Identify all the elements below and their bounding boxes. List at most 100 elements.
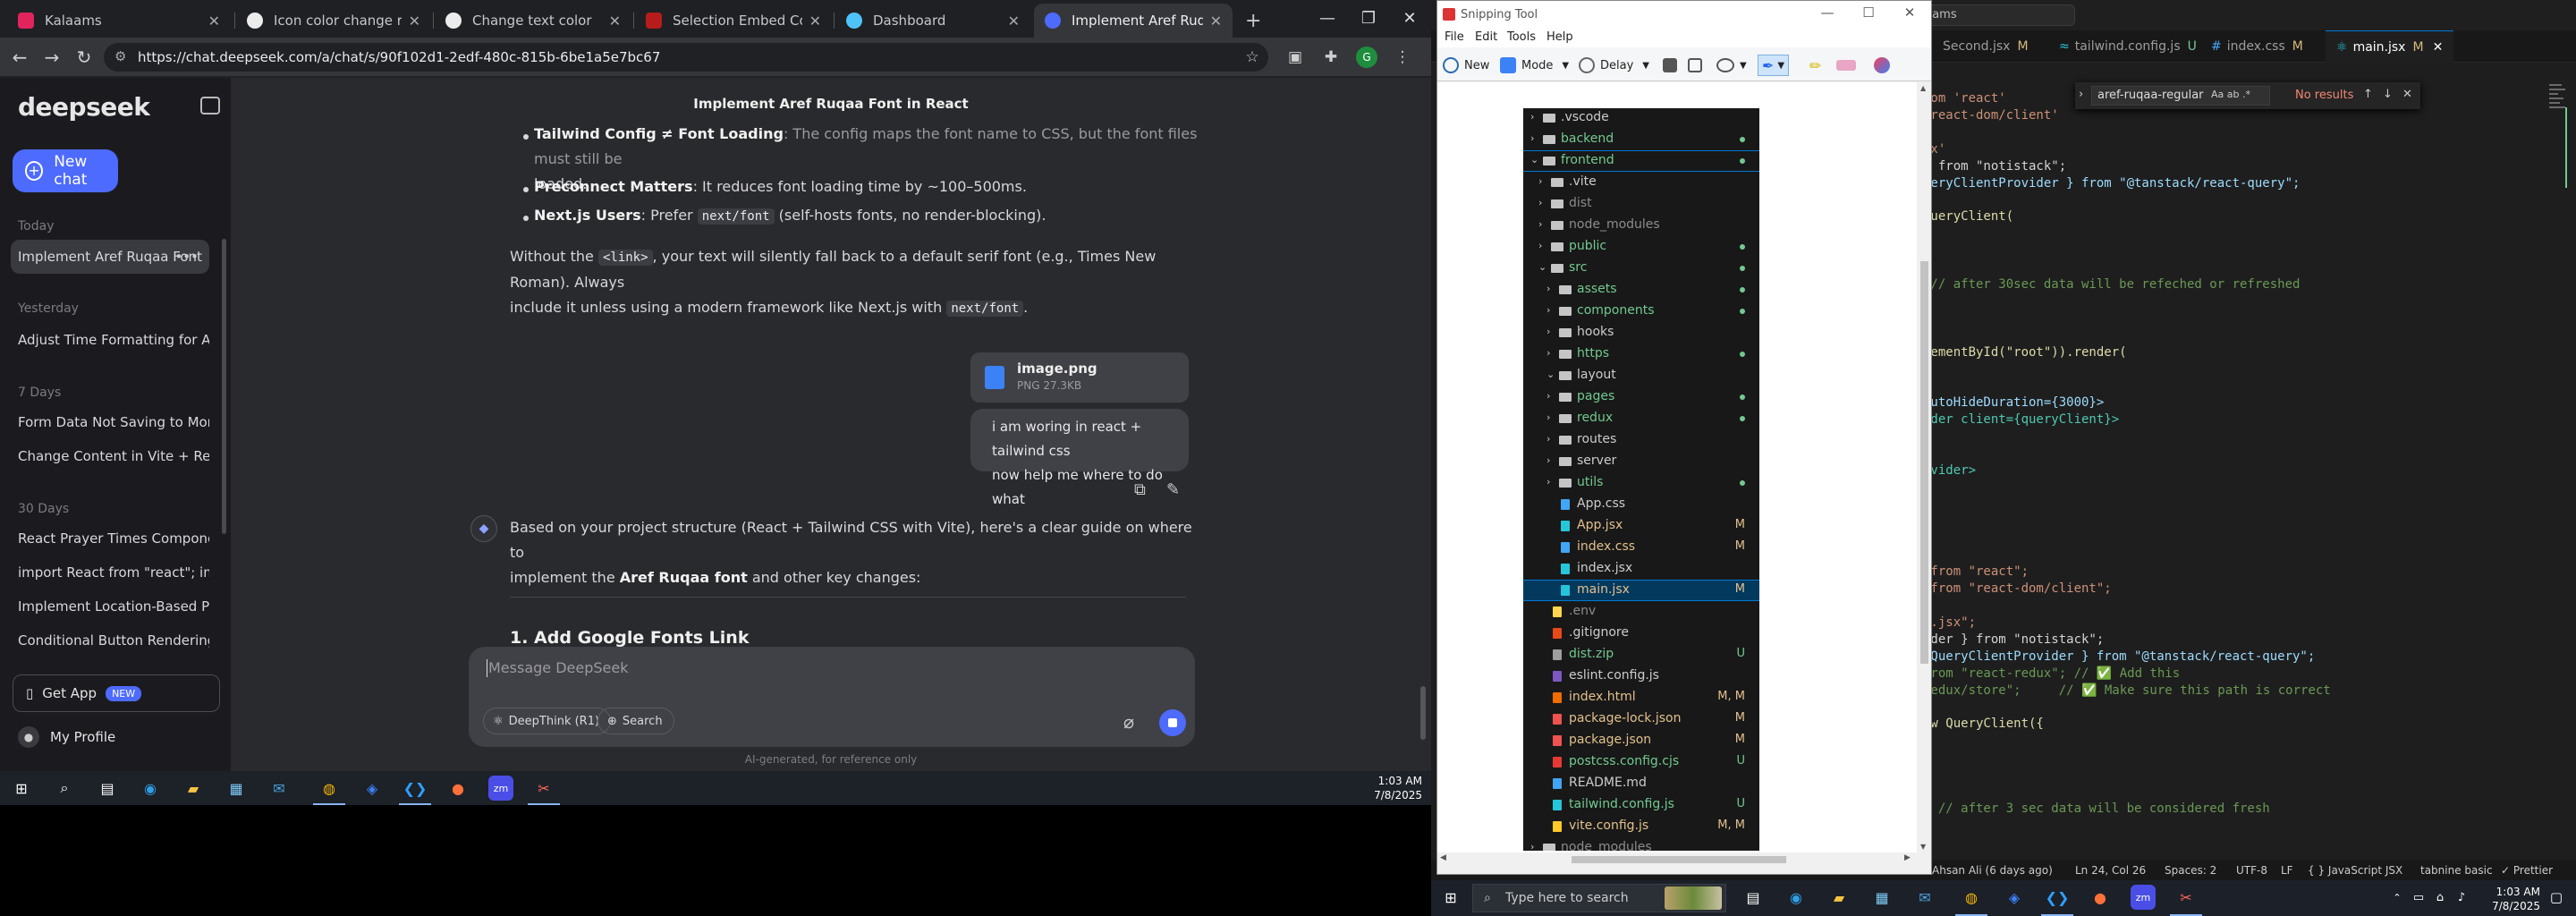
cursor-position[interactable]: Ln 24, Col 26 [2075,864,2146,877]
snip-canvas[interactable]: › .vscode › backend ⌄ frontend › .vite › dist › nod… [1437,82,1917,852]
tab-change-text-color[interactable]: Change text color ✕ [435,4,631,38]
app-icon[interactable]: ◈ [2002,885,2027,910]
back-icon[interactable]: ← [7,45,32,70]
maximize-icon[interactable]: ☐ [1849,4,1888,24]
explorer-folder[interactable]: › node_modules [1523,838,1759,851]
explorer-file[interactable]: eslint.config.js [1523,666,1759,686]
extension-icon[interactable]: ▣ [1284,47,1306,68]
scroll-left-icon[interactable]: ◀ [1440,853,1446,862]
menu-edit[interactable]: Edit [1475,30,1497,44]
explorer-file[interactable]: index.jsx [1523,559,1759,579]
mail-icon[interactable]: ✉ [1912,885,1937,910]
my-profile-button[interactable]: ● My Profile [18,726,115,748]
tab-implement-aref[interactable]: Implement Aref Ruqaa Font i✕ [1034,4,1233,38]
tab-selection-embed[interactable]: Selection Embed Code - Goo✕ [635,4,832,38]
sidebar-chat-item[interactable]: Form Data Not Saving to MongoD [11,405,209,439]
more-options-icon[interactable]: ••• [174,249,199,265]
close-tab-icon[interactable]: ✕ [609,13,621,30]
prettier-status[interactable]: ✓ Prettier [2501,864,2553,877]
profile-avatar[interactable]: G [1356,47,1377,68]
explorer-folder[interactable]: › public [1523,237,1759,257]
scroll-right-icon[interactable]: ▶ [1904,853,1911,862]
firefox-icon[interactable]: ● [445,776,470,801]
tab-tailwind-config[interactable]: ≈ tailwind.config.js U [2048,30,2207,63]
new-chat-button[interactable]: + New chat [13,149,118,192]
sidebar-collapse-icon[interactable] [200,97,220,114]
edge-icon[interactable]: ◉ [138,776,163,801]
sidebar-chat-item[interactable]: Conditional Button Rendering wi [11,623,209,657]
message-input[interactable]: Message DeepSeek [488,659,628,676]
explorer-file[interactable]: vite.config.js M, M [1523,817,1759,836]
store-icon[interactable]: ▦ [1869,885,1894,910]
file-explorer-icon[interactable]: ▰ [181,776,206,801]
minimize-icon[interactable]: — [1306,0,1349,36]
pen-tool[interactable]: ✒ ▼ [1758,55,1790,76]
eraser-icon[interactable] [1836,55,1861,76]
explorer-folder[interactable]: › routes [1523,430,1759,450]
chrome-icon[interactable]: ◍ [1959,885,1984,910]
file-explorer-icon[interactable]: ▰ [1826,885,1852,910]
clock[interactable]: 1:03 AM 7/8/2025 [1374,774,1422,802]
explorer-folder[interactable]: ⌄ layout [1523,366,1759,386]
edit-icon[interactable]: ✎ [1166,480,1186,500]
explorer-folder[interactable]: › utils [1523,473,1759,493]
close-tab-icon[interactable]: ✕ [2433,40,2444,55]
close-window-icon[interactable]: ✕ [1890,4,1929,24]
delay-button[interactable]: Delay ▼ [1579,55,1649,76]
site-info-icon[interactable]: ⚙ [114,48,126,64]
explorer-folder[interactable]: ⌄ src [1523,259,1759,278]
firefox-icon[interactable]: ● [2088,885,2113,910]
indentation[interactable]: Spaces: 2 [2165,864,2216,877]
encoding[interactable]: UTF-8 [2236,864,2267,877]
vscode-icon[interactable]: ❮❯ [2045,885,2070,910]
maximize-icon[interactable]: ❐ [1347,0,1390,36]
attach-file-icon[interactable]: ⌀ [1123,711,1134,733]
edge-icon[interactable]: ◉ [1784,885,1809,910]
tab-main-jsx[interactable]: ⚛ main.jsx M ✕ [2326,30,2454,63]
vertical-scrollbar[interactable]: ▲ ▼ [1918,82,1931,852]
explorer-folder[interactable]: › server [1523,452,1759,471]
explorer-folder[interactable]: › redux [1523,409,1759,428]
copy-icon[interactable] [1688,55,1707,76]
url-field[interactable]: ⚙ https://chat.deepseek.com/a/chat/s/90f… [104,43,1268,72]
expand-replace-icon[interactable]: › [2079,88,2083,101]
chrome-icon[interactable]: ◍ [317,776,342,801]
tab-index-css[interactable]: # index.css M [2200,30,2314,63]
volume-icon[interactable]: ♪ [2449,885,2474,910]
explorer-folder[interactable]: › .vite [1523,173,1759,192]
explorer-folder[interactable]: › assets [1523,280,1759,300]
explorer-file[interactable]: README.md [1523,774,1759,793]
sidebar-chat-item[interactable]: Adjust Time Formatting for AM/P [11,323,209,357]
explorer-folder[interactable]: › dist [1523,194,1759,214]
search-toggle[interactable]: ⊕ Search [597,708,674,734]
sidebar-chat-item[interactable]: Implement Location-Based Praye [11,589,209,623]
save-icon[interactable] [1663,55,1682,76]
task-view-icon[interactable]: ▤ [95,776,120,801]
reload-icon[interactable]: ↻ [72,45,97,70]
windows-start-icon[interactable]: ⊞ [1438,885,1463,910]
bookmark-star-icon[interactable]: ☆ [1241,47,1263,68]
get-app-button[interactable]: ▯ Get App NEW [13,674,220,712]
image-attachment-card[interactable]: image.png PNG 27.3KB [970,352,1189,403]
sidebar-chat-item[interactable]: React Prayer Times Component D [11,522,209,556]
search-icon[interactable]: ⌕ [52,776,77,801]
explorer-folder[interactable]: › https [1523,344,1759,364]
close-tab-icon[interactable]: ✕ [1008,13,1020,30]
explorer-folder[interactable]: › .vscode [1523,108,1759,128]
explorer-file[interactable]: index.html M, M [1523,688,1759,708]
menu-tools[interactable]: Tools [1507,30,1536,44]
chrome-menu-icon[interactable]: ⋮ [1392,47,1413,68]
menu-help[interactable]: Help [1546,30,1573,44]
explorer-file[interactable]: main.jsx M [1523,580,1759,601]
explorer-folder[interactable]: › backend [1523,130,1759,149]
mode-button[interactable]: Mode ▼ [1500,55,1569,76]
explorer-file[interactable]: .gitignore [1523,623,1759,643]
close-window-icon[interactable]: ✕ [1388,0,1431,36]
explorer-folder[interactable]: ⌄ frontend [1523,150,1759,172]
snipping-tool-icon[interactable]: ✂ [531,776,556,801]
sidebar-chat-item[interactable]: Implement Aref Ruqaa Font ••• [11,240,209,274]
windows-start-icon[interactable]: ⊞ [9,776,34,801]
explorer-file[interactable]: dist.zip U [1523,645,1759,665]
tab-dashboard[interactable]: Dashboard ✕ [835,4,1030,38]
paint-3d-icon[interactable] [1874,55,1895,76]
